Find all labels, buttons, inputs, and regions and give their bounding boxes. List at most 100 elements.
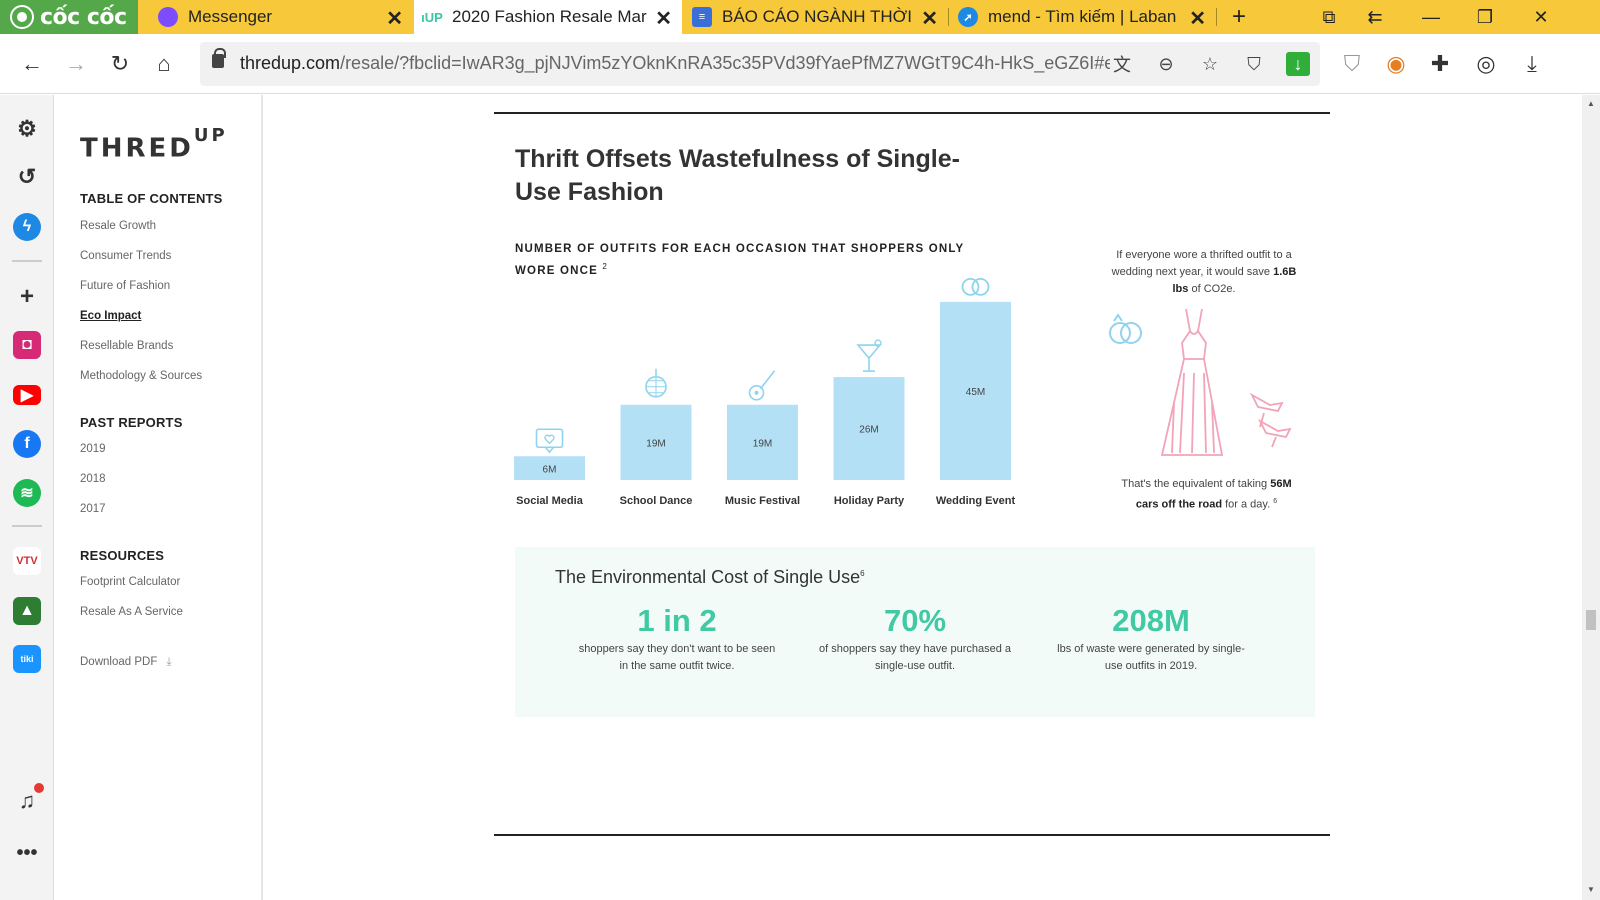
main-content: Thrift Offsets Wastefulness of Single-Us… [264, 95, 1582, 900]
add-app-icon[interactable]: + [13, 283, 41, 311]
stat-description: of shoppers say they have purchased a si… [818, 643, 1011, 672]
past-report-2017[interactable]: 2017 [80, 503, 106, 515]
tab-thredup[interactable]: ıUP 2020 Fashion Resale Mark ✕ [414, 0, 682, 34]
close-tab-icon[interactable]: ✕ [1189, 6, 1206, 31]
tab-title: mend - Tìm kiếm | Laban [988, 7, 1177, 26]
savefrom-download-icon[interactable]: ↓ [1286, 52, 1310, 76]
close-tab-icon[interactable]: ✕ [921, 6, 938, 31]
close-tab-icon[interactable]: ✕ [655, 6, 672, 31]
browser-brand: cốc cốc [40, 4, 127, 30]
facebook-icon[interactable]: f [13, 430, 41, 458]
tab-strip: cốc cốc Messenger ✕ ıUP 2020 Fashion Res… [0, 0, 1600, 34]
resource-footprint-calculator[interactable]: Footprint Calculator [80, 576, 180, 588]
bookmark-star-icon[interactable]: ☆ [1198, 52, 1222, 76]
settings-gear-icon[interactable]: ⚙ [13, 115, 41, 143]
resources-heading: RESOURCES [80, 548, 165, 563]
tiki-icon[interactable]: tiki [13, 645, 41, 673]
extension-circle-icon[interactable]: ◉ [1382, 50, 1410, 78]
profile-icon[interactable]: ◎ [1472, 50, 1500, 78]
wedding-dress-illustration [1109, 308, 1292, 456]
youtube-icon[interactable]: ▶ [13, 385, 41, 405]
url-text[interactable]: thredup.com/resale/?fbclid=IwAR3g_pjNJVi… [240, 53, 1110, 74]
messenger-icon[interactable]: ϟ [13, 213, 41, 241]
extensions-puzzle-icon[interactable]: ✚ [1426, 50, 1454, 78]
toc-link-resale-growth[interactable]: Resale Growth [80, 220, 156, 232]
wedding-co2-note: If everyone wore a thrifted outfit to a … [1111, 249, 1297, 295]
history-icon[interactable]: ↺ [13, 163, 41, 191]
zoom-out-icon[interactable]: ⊖ [1154, 52, 1178, 76]
heart-bubble-icon [535, 428, 564, 454]
scroll-down-arrow-icon[interactable]: ▼ [1587, 885, 1595, 894]
past-reports-heading: PAST REPORTS [80, 415, 183, 430]
category-label: Wedding Event [936, 495, 1016, 507]
close-tab-icon[interactable]: ✕ [386, 6, 403, 31]
dress-icon [1160, 308, 1224, 456]
thredup-logo[interactable]: THREDUP [80, 125, 228, 164]
bar-value-label: 19M [753, 438, 772, 449]
environmental-cost-title: The Environmental Cost of Single Use6 [555, 567, 865, 587]
shield-icon[interactable]: ⛉ [1242, 52, 1266, 76]
google-docs-icon: ≡ [692, 7, 712, 27]
stat-value: 70% [883, 603, 947, 638]
new-tab-button[interactable]: + [1216, 0, 1262, 34]
back-icon[interactable]: ← [18, 50, 46, 78]
minimize-button[interactable]: — [1408, 0, 1454, 34]
address-bar[interactable]: thredup.com/resale/?fbclid=IwAR3g_pjNJVi… [200, 42, 1320, 86]
heels-icon [1249, 392, 1292, 448]
forward-icon[interactable]: → [62, 50, 90, 78]
thredup-icon: ıUP [421, 9, 443, 25]
download-pdf-link[interactable]: Download PDF ⤓ [80, 656, 172, 669]
back-arrow-icon[interactable]: ⇇ [1352, 0, 1398, 34]
scroll-up-arrow-icon[interactable]: ▲ [1587, 99, 1595, 108]
cocktail-icon [856, 339, 882, 372]
past-report-2019[interactable]: 2019 [80, 443, 106, 455]
tab-search-icon[interactable]: ⧉ [1306, 0, 1352, 34]
toc-link-resellable-brands[interactable]: Resellable Brands [80, 340, 173, 352]
sidebar-divider [12, 260, 42, 262]
stat-description: shoppers say they don't want to be seen … [578, 643, 776, 672]
tab-bao-cao[interactable]: ≡ BÁO CÁO NGÀNH THỜI T ✕ [682, 0, 948, 34]
close-window-button[interactable]: ✕ [1518, 0, 1564, 34]
restore-button[interactable]: ❐ [1462, 0, 1508, 34]
bar-value-label: 19M [646, 438, 665, 449]
toc-link-eco-impact[interactable]: Eco Impact [80, 310, 141, 322]
category-label: School Dance [620, 495, 693, 507]
adblock-shield-icon[interactable]: ⛉ [1338, 50, 1366, 78]
more-icon[interactable]: ••• [13, 839, 41, 867]
reload-icon[interactable]: ↻ [106, 50, 134, 78]
lock-icon[interactable] [212, 48, 226, 68]
toc-link-methodology[interactable]: Methodology & Sources [80, 370, 202, 382]
coccoc-logo-icon [10, 5, 34, 29]
scroll-thumb[interactable] [1586, 610, 1596, 630]
chart-heading: NUMBER OF OUTFITS FOR EACH OCCASION THAT… [515, 243, 965, 277]
page-scrollbar[interactable]: ▲ ▼ [1582, 95, 1600, 900]
instagram-icon[interactable]: ◘ [13, 331, 41, 359]
tab-messenger[interactable]: Messenger ✕ [138, 0, 413, 34]
browser-sidebar: ⚙ ↺ ϟ + ◘ ▶ f ≋ VTV ▲ tiki ♫ ••• [0, 95, 54, 900]
downloads-icon[interactable]: ⤓ [1518, 50, 1546, 78]
stat-value: 208M [1112, 603, 1190, 638]
toc-link-future-of-fashion[interactable]: Future of Fashion [80, 280, 170, 292]
toc-heading: TABLE OF CONTENTS [80, 191, 223, 206]
education-cap-icon[interactable]: ▲ [13, 597, 41, 625]
translate-icon[interactable]: 文 [1110, 52, 1134, 76]
spotify-icon[interactable]: ≋ [13, 479, 41, 507]
resource-resale-as-a-service[interactable]: Resale As A Service [80, 606, 183, 618]
coccoc-menu-button[interactable]: cốc cốc [0, 0, 138, 34]
vtv-go-icon[interactable]: VTV [13, 547, 41, 575]
environmental-cost-panel: The Environmental Cost of Single Use6 1 … [515, 547, 1315, 717]
stat-value: 1 in 2 [637, 603, 717, 638]
tab-laban[interactable]: ➚ mend - Tìm kiếm | Laban ✕ [948, 0, 1216, 34]
table-of-contents: THREDUP TABLE OF CONTENTS Resale Growth … [55, 95, 263, 900]
guitar-icon [748, 370, 776, 401]
bar-value-label: 45M [966, 387, 985, 398]
past-report-2018[interactable]: 2018 [80, 473, 106, 485]
bar-value-label: 6M [543, 464, 557, 475]
category-label: Social Media [516, 495, 584, 507]
home-icon[interactable]: ⌂ [150, 50, 178, 78]
rings-icon [961, 275, 990, 296]
tab-title: BÁO CÁO NGÀNH THỜI T [722, 7, 912, 26]
toc-link-consumer-trends[interactable]: Consumer Trends [80, 250, 171, 262]
section-title: Thrift Offsets Wastefulness of Single-Us… [515, 145, 960, 206]
download-icon: ⤓ [166, 656, 172, 668]
